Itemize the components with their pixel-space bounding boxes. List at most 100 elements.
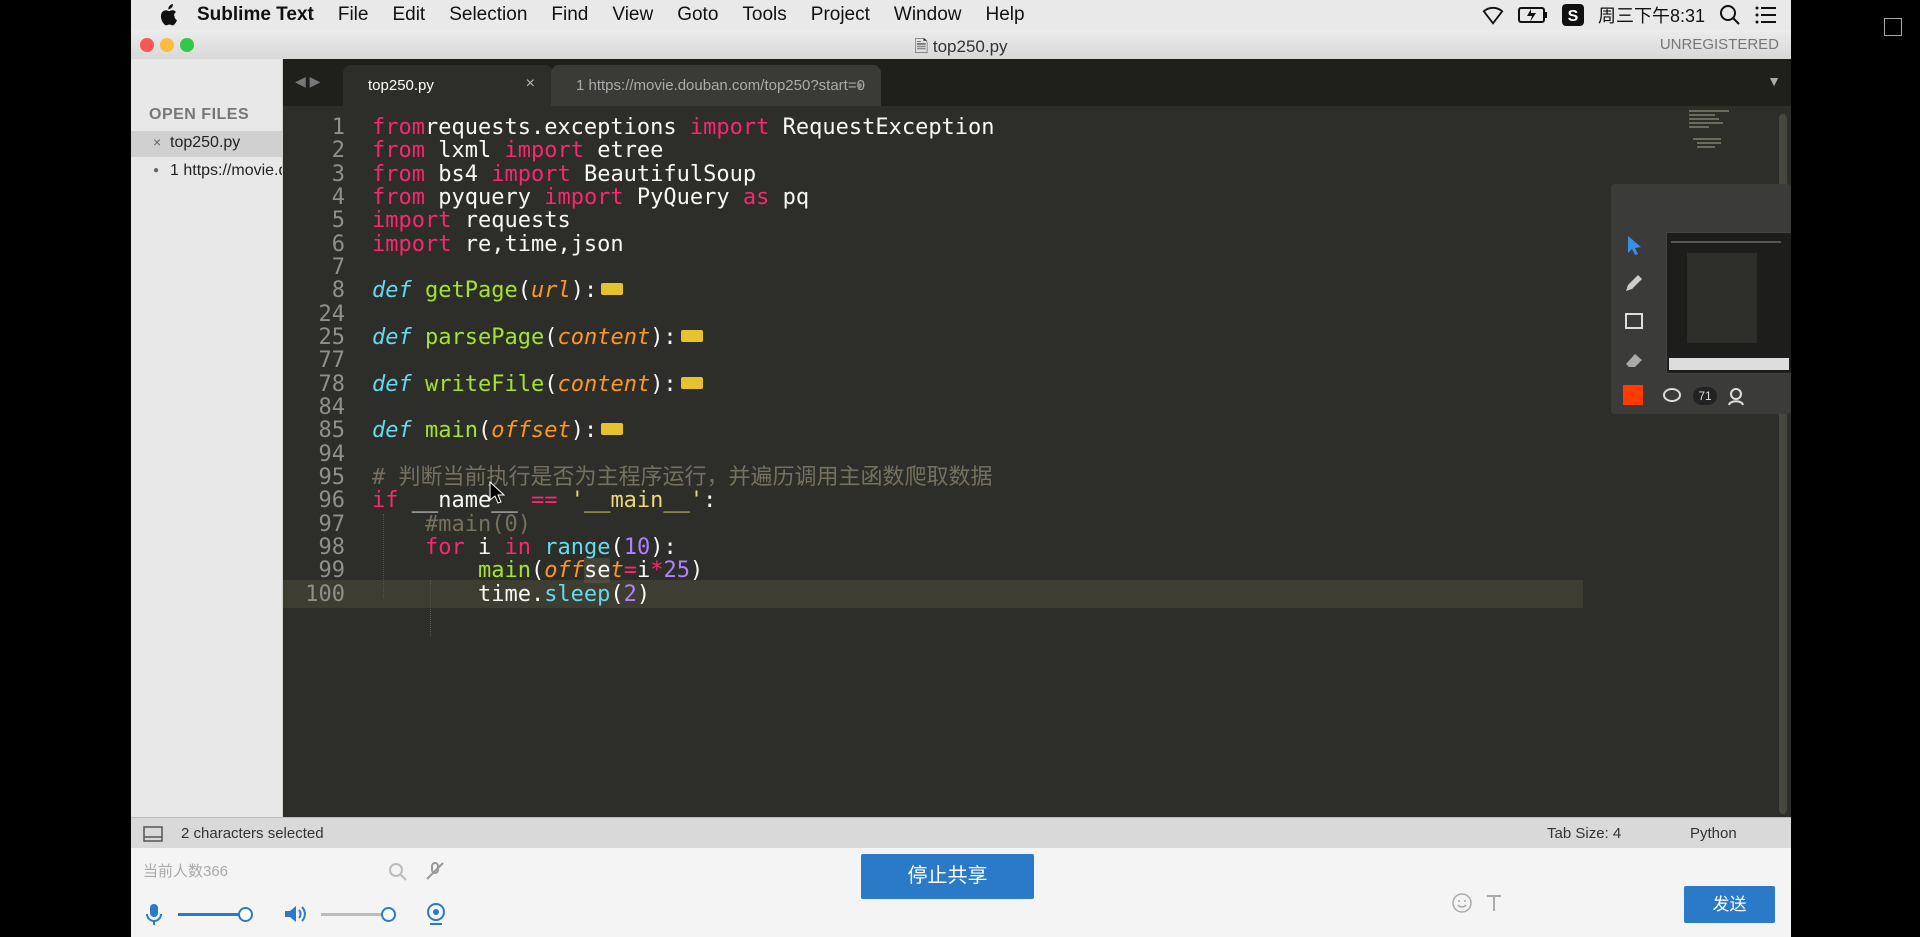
code-token: ): bbox=[650, 324, 677, 350]
mute-all-icon[interactable] bbox=[424, 860, 446, 882]
code-line[interactable]: def parsePage(content): bbox=[372, 324, 703, 352]
menu-goto[interactable]: Goto bbox=[677, 4, 718, 26]
tab-modified-icon[interactable]: ● bbox=[856, 78, 863, 92]
fold-ellipsis-icon[interactable] bbox=[601, 283, 624, 296]
minimap[interactable] bbox=[1689, 108, 1769, 168]
thumbnail-editor bbox=[1687, 253, 1757, 343]
search-icon[interactable] bbox=[388, 862, 408, 882]
screen-share-indicator-icon[interactable] bbox=[1884, 18, 1902, 36]
speaker-volume-slider[interactable] bbox=[321, 907, 396, 922]
sidebar-file-douban[interactable]: ● 1 https://movie.douban.com/top250?star… bbox=[131, 159, 282, 185]
code-token: RequestException bbox=[769, 115, 995, 140]
menu-selection[interactable]: Selection bbox=[449, 4, 527, 26]
code-token: import bbox=[372, 208, 452, 234]
code-token: content bbox=[557, 324, 651, 350]
code-token: if bbox=[372, 488, 399, 514]
code-token: content bbox=[557, 371, 651, 397]
speaker-slider-knob[interactable] bbox=[381, 907, 396, 922]
menu-tools[interactable]: Tools bbox=[742, 4, 786, 26]
code-token: BeautifulSoup bbox=[570, 161, 757, 187]
menu-find[interactable]: Find bbox=[551, 4, 588, 26]
wifi-icon[interactable] bbox=[1482, 4, 1504, 26]
text-format-icon[interactable] bbox=[1483, 892, 1505, 914]
stop-sharing-button[interactable]: 停止共享 bbox=[861, 854, 1034, 899]
members-icon[interactable] bbox=[1727, 385, 1749, 407]
tab-size-status[interactable]: Tab Size: 4 bbox=[1547, 825, 1621, 842]
cursor-arrow-icon bbox=[489, 481, 505, 504]
rectangle-tool-icon[interactable] bbox=[1623, 310, 1645, 332]
menu-project[interactable]: Project bbox=[811, 4, 870, 26]
tab-douban[interactable]: 1 https://movie.douban.com/top250?start=… bbox=[551, 65, 881, 106]
clock[interactable]: 周三下午8:31 bbox=[1598, 2, 1705, 28]
close-file-icon[interactable]: × bbox=[153, 134, 161, 150]
code-token: ( bbox=[530, 558, 545, 584]
send-button[interactable]: 发送 bbox=[1684, 886, 1775, 923]
sidebar-file-top250[interactable]: × top250.py bbox=[131, 131, 282, 157]
emoji-icon[interactable] bbox=[1451, 892, 1473, 914]
fold-ellipsis-icon[interactable] bbox=[680, 376, 703, 389]
code-token: ( bbox=[477, 418, 492, 444]
sidebar-file-label: top250.py bbox=[170, 134, 241, 151]
color-picker-swatch[interactable] bbox=[1623, 385, 1643, 405]
pen-tool-icon[interactable] bbox=[1623, 272, 1645, 294]
code-token: from bbox=[372, 115, 425, 140]
fold-ellipsis-icon[interactable] bbox=[601, 423, 624, 436]
code-line[interactable]: def getPage(url): bbox=[372, 277, 624, 305]
tab-top250[interactable]: top250.py × bbox=[343, 65, 553, 106]
tab-prev-icon[interactable]: ◀ bbox=[295, 73, 306, 89]
code-line[interactable]: time.sleep(2) bbox=[372, 581, 650, 609]
speaker-icon[interactable] bbox=[283, 903, 307, 925]
code-token: as bbox=[742, 184, 770, 210]
menu-window[interactable]: Window bbox=[894, 4, 962, 26]
mic-volume-slider[interactable] bbox=[178, 907, 253, 922]
menu-view[interactable]: View bbox=[612, 4, 653, 26]
panel-toggle-icon[interactable] bbox=[143, 826, 163, 842]
code-token: from bbox=[372, 138, 425, 164]
chat-count-badge: 71 bbox=[1693, 387, 1717, 405]
fold-ellipsis-icon[interactable] bbox=[680, 329, 703, 342]
tab-nav-arrows[interactable]: ◀ ▶ bbox=[295, 73, 320, 90]
eraser-tool-icon[interactable] bbox=[1623, 348, 1645, 370]
code-editor[interactable]: 1 2 3 4 5 6 7 8 24 25 77 78 84 85 94 95 96 97 98 99 100 from… bbox=[283, 106, 1791, 817]
tab-close-icon[interactable]: × bbox=[526, 75, 535, 93]
menu-app-name[interactable]: Sublime Text bbox=[197, 4, 314, 26]
mic-slider-knob[interactable] bbox=[238, 907, 253, 922]
menu-help[interactable]: Help bbox=[985, 4, 1024, 26]
camera-icon[interactable] bbox=[425, 902, 447, 926]
chat-icon[interactable] bbox=[1661, 385, 1683, 407]
menu-file[interactable]: File bbox=[338, 4, 369, 26]
code-token: #main(0) bbox=[424, 511, 531, 537]
shared-screen-thumbnail[interactable] bbox=[1666, 232, 1791, 374]
syntax-status[interactable]: Python bbox=[1690, 825, 1737, 842]
sidebar: OPEN FILES × top250.py ● 1 https://movie… bbox=[131, 59, 283, 841]
code-line[interactable]: def writeFile(content): bbox=[372, 371, 703, 399]
code-token: t bbox=[610, 558, 624, 584]
notification-list-icon[interactable] bbox=[1755, 4, 1777, 26]
code-token: 25 bbox=[663, 558, 690, 584]
spotlight-search-icon[interactable] bbox=[1719, 4, 1741, 26]
apple-icon[interactable] bbox=[157, 4, 179, 26]
tab-dropdown-icon[interactable]: ▼ bbox=[1767, 73, 1781, 89]
menu-edit[interactable]: Edit bbox=[392, 4, 425, 26]
microphone-icon[interactable] bbox=[145, 902, 163, 926]
code-token: getPage bbox=[425, 278, 518, 304]
code-line[interactable]: import re,time,json bbox=[372, 231, 624, 259]
s-app-icon[interactable]: S bbox=[1561, 4, 1584, 26]
indent-guide bbox=[383, 514, 385, 598]
code-token: from bbox=[372, 184, 425, 210]
pointer-tool-icon[interactable] bbox=[1623, 234, 1645, 256]
code-line[interactable]: def main(offset): bbox=[372, 417, 624, 445]
tab-label: 1 https://movie.douban.com/top250?start=… bbox=[576, 77, 865, 94]
code-token: range bbox=[544, 534, 611, 560]
sidebar-file-label: 1 https://movie.douban.com/top250?start=… bbox=[170, 162, 282, 179]
code-token: main bbox=[425, 418, 478, 444]
battery-icon[interactable] bbox=[1517, 4, 1548, 26]
code-token: sleep bbox=[544, 581, 611, 607]
tab-next-icon[interactable]: ▶ bbox=[310, 73, 321, 89]
code-token: ( bbox=[544, 324, 558, 350]
